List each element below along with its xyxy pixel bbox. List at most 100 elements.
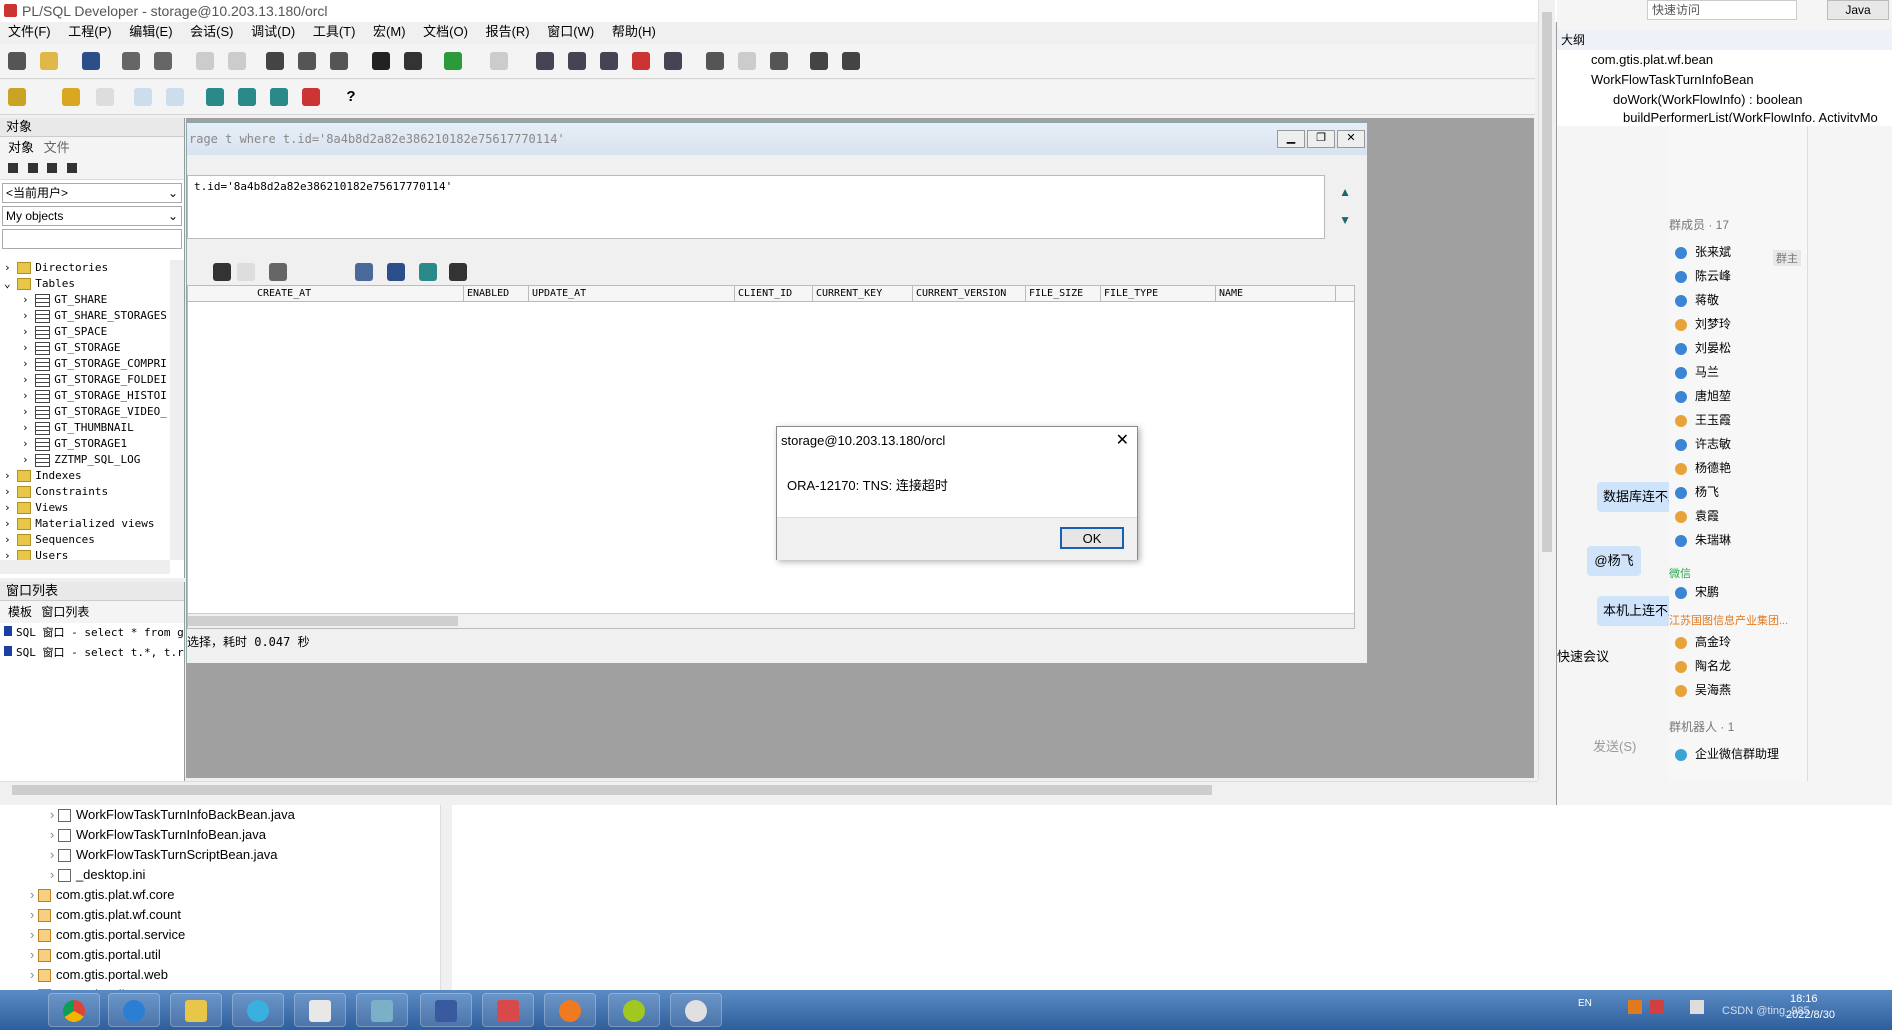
outline-item[interactable]: buildPerformerList(WorkFlowInfo, Activit…: [1557, 110, 1892, 122]
tree-item[interactable]: › GT_STORAGE_VIDEO_: [0, 404, 170, 420]
expand-icon[interactable]: ›: [22, 357, 35, 370]
tree-item[interactable]: › Constraints: [0, 484, 170, 500]
tray-icon[interactable]: [1628, 1000, 1642, 1014]
filter-icon[interactable]: [269, 263, 287, 281]
menu-file[interactable]: 文件(F): [8, 24, 51, 39]
expand-icon[interactable]: ›: [22, 437, 35, 450]
expand-icon[interactable]: ›: [4, 485, 17, 498]
menu-edit[interactable]: 编辑(E): [129, 24, 172, 39]
col-create-at[interactable]: CREATE_AT: [254, 286, 464, 301]
project-tree-item[interactable]: › WorkFlowTaskTurnInfoBean.java: [0, 825, 440, 845]
expand-icon[interactable]: ›: [50, 807, 58, 822]
expand-icon[interactable]: ›: [22, 421, 35, 434]
break-icon[interactable]: [96, 88, 114, 106]
menu-session[interactable]: 会话(S): [190, 24, 233, 39]
expand-icon[interactable]: ›: [4, 533, 17, 546]
member-item[interactable]: 马兰: [1669, 360, 1807, 384]
new-icon[interactable]: [8, 52, 26, 70]
menu-report[interactable]: 报告(R): [486, 24, 530, 39]
expand-icon[interactable]: ›: [22, 341, 35, 354]
tree-item[interactable]: › Users: [0, 548, 170, 560]
import-icon[interactable]: [490, 52, 508, 70]
menu-debug[interactable]: 调试(D): [251, 24, 295, 39]
menu-macro[interactable]: 宏(M): [373, 24, 406, 39]
tree-item[interactable]: › Indexes: [0, 468, 170, 484]
uncomment-icon[interactable]: [632, 52, 650, 70]
save-icon[interactable]: [82, 52, 100, 70]
menu-window[interactable]: 窗口(W): [547, 24, 594, 39]
tree-item[interactable]: › GT_STORAGE: [0, 340, 170, 356]
ok-button[interactable]: OK: [1060, 527, 1124, 549]
notepad-icon[interactable]: [309, 1000, 331, 1022]
close-button[interactable]: ✕: [1337, 130, 1365, 148]
expand-icon[interactable]: ›: [50, 827, 58, 842]
col-enabled[interactable]: ENABLED: [464, 286, 529, 301]
expand-icon[interactable]: ›: [22, 405, 35, 418]
menu-document[interactable]: 文档(O): [423, 24, 468, 39]
tool-a-icon[interactable]: [706, 52, 724, 70]
expand-icon[interactable]: ⌄: [4, 277, 17, 290]
user-select[interactable]: <当前用户> ⌄: [2, 183, 182, 203]
member-item[interactable]: 陈云峰: [1669, 264, 1807, 288]
key-icon[interactable]: [8, 88, 26, 106]
expand-icon[interactable]: ›: [22, 309, 35, 322]
project-tree-item[interactable]: › com.gtis.portal.service: [0, 925, 440, 945]
window-list-item[interactable]: SQL 窗口 - select t.*, t.ro: [0, 643, 184, 663]
main-vscroll-thumb[interactable]: [1542, 12, 1552, 552]
export-icon[interactable]: [444, 52, 462, 70]
grid-scroll-thumb[interactable]: [188, 616, 458, 626]
member-item[interactable]: 吴海燕: [1669, 678, 1731, 702]
find-icon[interactable]: [213, 263, 231, 281]
windows-icon[interactable]: [810, 52, 828, 70]
filter-select[interactable]: My objects ⌄: [2, 206, 182, 226]
lang-indicator[interactable]: EN: [1578, 998, 1592, 1009]
project-tree-item[interactable]: › WorkFlowTaskTurnInfoBackBean.java: [0, 805, 440, 825]
maximize-button[interactable]: ❐: [1307, 130, 1335, 148]
cut-icon[interactable]: [266, 52, 284, 70]
tree-item[interactable]: › Directories: [0, 260, 170, 276]
add-icon[interactable]: [27, 163, 38, 173]
java-perspective-button[interactable]: Java: [1827, 0, 1889, 20]
outdent-icon[interactable]: [568, 52, 586, 70]
member-item[interactable]: 刘梦玲: [1669, 312, 1807, 336]
indent-icon[interactable]: [536, 52, 554, 70]
redo-icon[interactable]: [228, 52, 246, 70]
dialog-close-icon[interactable]: ✕: [1116, 430, 1129, 450]
col-file-type[interactable]: FILE_TYPE: [1101, 286, 1216, 301]
media-icon[interactable]: [559, 1000, 581, 1022]
ie-icon[interactable]: [123, 1000, 145, 1022]
project-tree-item[interactable]: › com.gtis.plat.wf.count: [0, 905, 440, 925]
col-file-size[interactable]: FILE_SIZE: [1026, 286, 1101, 301]
expand-icon[interactable]: ›: [50, 867, 58, 882]
project-tree-item[interactable]: › _desktop.ini: [0, 865, 440, 885]
expand-icon[interactable]: ›: [22, 325, 35, 338]
expand-icon[interactable]: ›: [30, 947, 38, 962]
help-icon[interactable]: ?: [342, 88, 360, 106]
arrow-up-icon[interactable]: ▲: [1339, 185, 1351, 199]
main-vscrollbar[interactable]: [1538, 0, 1555, 780]
member-item[interactable]: 宋鹏: [1669, 580, 1719, 604]
tab-templates[interactable]: 模板: [8, 605, 32, 619]
expand-icon[interactable]: ›: [30, 887, 38, 902]
expand-icon[interactable]: ›: [50, 847, 58, 862]
project-tree-item[interactable]: › com.gtis.portal.web: [0, 965, 440, 985]
col-current-key[interactable]: CURRENT_KEY: [813, 286, 913, 301]
tree-item[interactable]: ⌄ Tables: [0, 276, 170, 292]
member-item[interactable]: 杨德艳: [1669, 456, 1807, 480]
outline-item[interactable]: WorkFlowTaskTurnInfoBean: [1557, 70, 1892, 90]
outline-tab[interactable]: 大纲: [1561, 33, 1585, 47]
member-item[interactable]: 王玉霞: [1669, 408, 1807, 432]
member-item[interactable]: 陶名龙: [1669, 654, 1731, 678]
tree-hscrollbar[interactable]: [0, 560, 170, 574]
outline-item[interactable]: com.gtis.plat.wf.bean: [1557, 50, 1892, 70]
member-item[interactable]: 蒋敬: [1669, 288, 1807, 312]
json-icon[interactable]: [623, 1000, 645, 1022]
main-hscroll-thumb[interactable]: [12, 785, 1212, 795]
tree-item[interactable]: › ZZTMP_SQL_LOG: [0, 452, 170, 468]
tree-item[interactable]: › GT_SHARE: [0, 292, 170, 308]
expand-icon[interactable]: ›: [22, 453, 35, 466]
find-icon[interactable]: [372, 52, 390, 70]
grid-hscrollbar[interactable]: [188, 613, 1354, 628]
minimize-button[interactable]: ▁: [1277, 130, 1305, 148]
tree-item[interactable]: › GT_SHARE_STORAGES: [0, 308, 170, 324]
